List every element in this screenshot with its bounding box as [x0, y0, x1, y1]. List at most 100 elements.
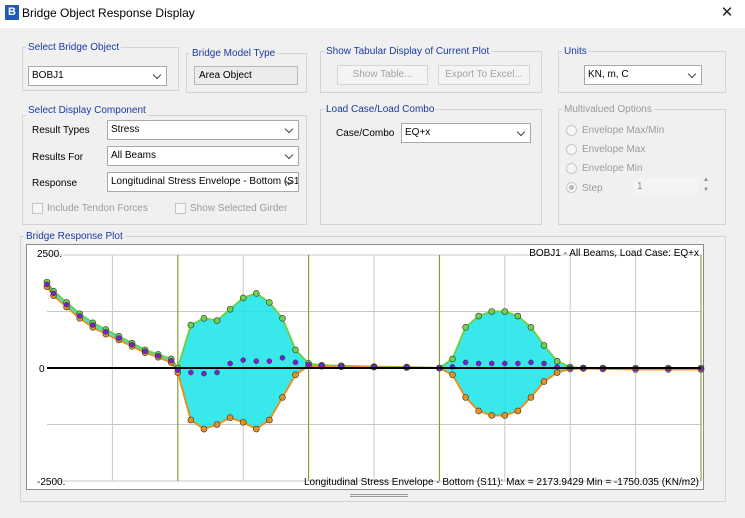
- app-icon: B: [5, 5, 19, 20]
- step-value-input[interactable]: 1: [633, 178, 699, 195]
- station-marker-min: [279, 394, 286, 401]
- envelope-maxmin-radio[interactable]: [566, 125, 577, 136]
- station-marker-max: [449, 355, 456, 363]
- station-marker-min: [462, 394, 469, 401]
- station-marker-step: [116, 335, 122, 341]
- station-marker-step: [44, 281, 50, 288]
- station-marker-max: [488, 308, 496, 315]
- station-marker-step: [240, 357, 246, 363]
- station-marker-min: [540, 378, 548, 385]
- station-marker-max: [239, 294, 247, 302]
- station-marker-min: [514, 407, 522, 415]
- station-marker-step: [488, 360, 495, 367]
- units-label: Units: [562, 46, 589, 57]
- station-marker-max: [252, 290, 260, 297]
- chevron-down-icon: [153, 67, 163, 85]
- y-tick-top-label: 2500.: [37, 249, 62, 260]
- station-marker-max: [527, 324, 535, 331]
- station-marker-min: [266, 416, 273, 424]
- station-marker-max: [540, 342, 548, 349]
- station-marker-min: [187, 416, 195, 424]
- export-excel-button[interactable]: Export To Excel...: [438, 65, 530, 85]
- station-marker-max: [462, 324, 469, 331]
- bridge-model-type-value: Area Object: [194, 66, 298, 85]
- station-marker-min: [475, 407, 482, 415]
- chevron-down-icon: [688, 66, 698, 84]
- show-girder-checkbox[interactable]: [175, 203, 186, 214]
- result-types-value: Stress: [111, 124, 140, 135]
- results-for-label: Results For: [32, 152, 84, 163]
- step-radio[interactable]: [566, 182, 577, 193]
- station-marker-step: [279, 355, 286, 361]
- station-marker-max: [292, 346, 299, 354]
- station-marker-max: [226, 305, 234, 313]
- station-marker-step: [142, 348, 148, 355]
- step-label: Step: [582, 183, 603, 194]
- station-marker-step: [63, 301, 70, 308]
- envelope-min-label: Envelope Min: [582, 163, 643, 174]
- plot-footer-text: Longitudinal Stress Envelope - Bottom (S…: [304, 477, 699, 488]
- envelope-max-radio[interactable]: [566, 144, 577, 155]
- station-marker-step: [502, 360, 508, 367]
- station-marker-step: [266, 358, 273, 364]
- include-tendon-checkbox[interactable]: [32, 203, 43, 214]
- station-marker-min: [292, 371, 299, 379]
- station-marker-step: [168, 358, 175, 364]
- envelope-max-label: Envelope Max: [582, 144, 646, 155]
- plot-canvas: 2500. 0 -2500. BOBJ1 - All Beams, Load C…: [26, 244, 705, 490]
- response-select[interactable]: Longitudinal Stress Envelope - Bottom (S…: [107, 172, 299, 192]
- station-marker-step: [462, 359, 469, 366]
- station-marker-min: [449, 371, 456, 379]
- envelope-maxmin-label: Envelope Max/Min: [582, 125, 665, 136]
- station-marker-min: [488, 412, 496, 419]
- station-marker-min: [252, 425, 260, 433]
- station-marker-step: [253, 358, 260, 364]
- spin-up-icon[interactable]: ▲: [701, 176, 711, 184]
- station-marker-min: [213, 421, 221, 428]
- station-marker-step: [103, 329, 109, 335]
- station-marker-max: [279, 314, 286, 322]
- station-marker-min: [553, 369, 561, 376]
- display-component-label: Select Display Component: [26, 105, 148, 116]
- station-marker-max: [553, 357, 561, 365]
- plot-header-text: BOBJ1 - All Beams, Load Case: EQ+x: [529, 248, 699, 259]
- show-table-button[interactable]: Show Table...: [337, 65, 428, 85]
- units-select[interactable]: KN, m, C: [584, 65, 702, 85]
- response-value: Longitudinal Stress Envelope - Bottom (S…: [111, 176, 299, 187]
- bridge-object-select[interactable]: BOBJ1: [28, 66, 167, 86]
- station-marker-max: [187, 321, 195, 329]
- case-combo-select[interactable]: EQ+x: [401, 123, 531, 143]
- results-for-select[interactable]: All Beams: [107, 146, 299, 166]
- station-marker-max: [200, 314, 208, 322]
- multivalued-label: Multivalued Options: [562, 104, 654, 115]
- select-bridge-object-label: Select Bridge Object: [26, 42, 122, 53]
- bridge-object-value: BOBJ1: [32, 70, 64, 81]
- response-label: Response: [32, 178, 78, 189]
- title-bar: B Bridge Object Response Display ✕: [0, 0, 745, 28]
- spin-down-icon[interactable]: ▼: [701, 186, 711, 194]
- station-marker-max: [501, 308, 509, 315]
- response-plot-svg: 2500. 0 -2500. BOBJ1 - All Beams, Load C…: [37, 248, 705, 488]
- chevron-down-icon: [285, 147, 295, 165]
- case-combo-value: EQ+x: [405, 127, 431, 138]
- results-for-value: All Beams: [111, 150, 157, 161]
- station-marker-min: [527, 394, 535, 401]
- station-marker-step: [475, 360, 482, 367]
- station-marker-step: [227, 360, 233, 367]
- units-value: KN, m, C: [588, 69, 629, 80]
- station-marker-step: [541, 360, 547, 367]
- load-case-label: Load Case/Load Combo: [324, 104, 437, 115]
- window-title: Bridge Object Response Display: [22, 6, 195, 20]
- station-marker-step: [201, 370, 207, 377]
- station-marker-step: [528, 359, 534, 366]
- station-marker-step: [188, 369, 194, 376]
- station-marker-step: [50, 290, 57, 297]
- chevron-down-icon: [285, 173, 295, 191]
- resize-handle[interactable]: [350, 494, 408, 497]
- close-icon[interactable]: ✕: [715, 2, 739, 24]
- envelope-min-radio[interactable]: [566, 163, 577, 174]
- show-girder-label: Show Selected Girder: [190, 203, 288, 214]
- result-types-label: Result Types: [32, 125, 90, 136]
- result-types-select[interactable]: Stress: [107, 120, 299, 140]
- station-marker-min: [200, 425, 208, 433]
